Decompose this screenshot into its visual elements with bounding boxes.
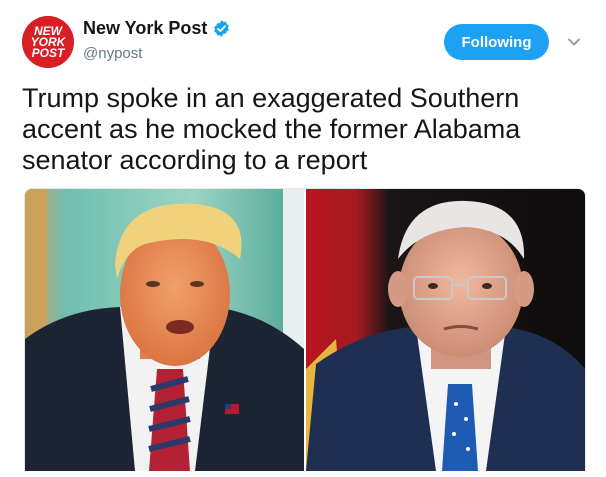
tweet-header: NEW YORK POST New York Post @nypost Foll… xyxy=(0,0,606,80)
media-photo-left[interactable] xyxy=(25,189,304,471)
logo-line-3: POST xyxy=(32,46,66,60)
account-names: New York Post @nypost xyxy=(83,18,231,62)
tweet-media[interactable] xyxy=(24,188,586,471)
verified-badge-icon xyxy=(212,19,231,38)
following-button[interactable]: Following xyxy=(444,24,549,60)
photo-person-left xyxy=(25,189,304,471)
chevron-down-icon[interactable] xyxy=(566,34,582,50)
photo-person-right xyxy=(306,189,585,471)
display-name-row[interactable]: New York Post xyxy=(83,18,231,39)
tweet-text: Trump spoke in an exaggerated Southern a… xyxy=(22,83,521,175)
media-photo-right[interactable] xyxy=(306,189,585,471)
avatar[interactable]: NEW YORK POST xyxy=(22,16,74,68)
nypost-logo-icon: NEW YORK POST xyxy=(22,16,74,68)
display-name[interactable]: New York Post xyxy=(83,18,207,39)
account-handle[interactable]: @nypost xyxy=(83,45,231,62)
